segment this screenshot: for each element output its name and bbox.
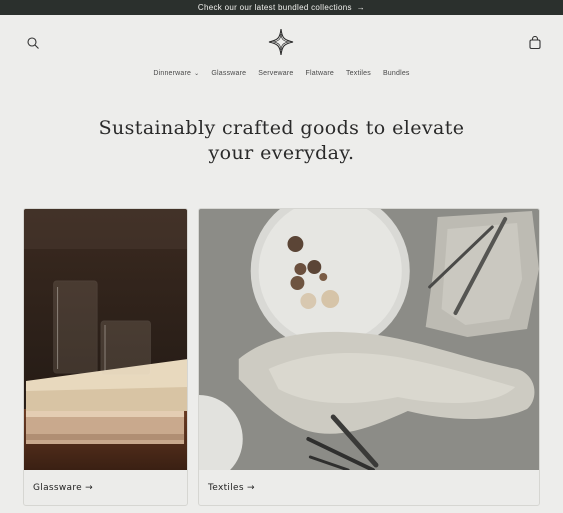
- collection-card-label[interactable]: Textiles →: [208, 483, 255, 493]
- collection-card-textiles[interactable]: Textiles →: [198, 208, 540, 506]
- shopping-bag-icon[interactable]: [528, 36, 542, 50]
- hero-line-1: Sustainably crafted goods to elevate: [98, 117, 465, 139]
- collection-card-glassware[interactable]: Glassware →: [23, 208, 188, 506]
- announcement-text: Check our our latest bundled collections: [197, 3, 352, 12]
- glassware-photo: [24, 209, 187, 470]
- textiles-photo: [199, 209, 539, 470]
- nav-item-dinnerware[interactable]: Dinnerware ⌄: [153, 70, 199, 77]
- hero-line-2: your everyday.: [208, 142, 355, 164]
- site-header: Dinnerware ⌄ Glassware Serveware Flatwar…: [0, 15, 563, 95]
- hero-heading: Sustainably crafted goods to elevate you…: [0, 116, 563, 166]
- nav-item-glassware[interactable]: Glassware: [211, 70, 246, 77]
- chevron-down-icon: ⌄: [194, 71, 200, 77]
- search-icon[interactable]: [26, 36, 40, 50]
- nav-item-label: Dinnerware: [153, 70, 192, 77]
- nav-item-serveware[interactable]: Serveware: [258, 70, 293, 77]
- nav-item-bundles[interactable]: Bundles: [383, 70, 410, 77]
- announcement-bar[interactable]: Check our our latest bundled collections…: [0, 0, 563, 15]
- collection-card-label[interactable]: Glassware →: [33, 483, 93, 493]
- arrow-right-icon: →: [356, 3, 366, 12]
- nav-item-flatware[interactable]: Flatware: [306, 70, 334, 77]
- nav-item-textiles[interactable]: Textiles: [346, 70, 371, 77]
- four-point-star-logo[interactable]: [268, 28, 294, 56]
- main-navigation: Dinnerware ⌄ Glassware Serveware Flatwar…: [0, 70, 563, 77]
